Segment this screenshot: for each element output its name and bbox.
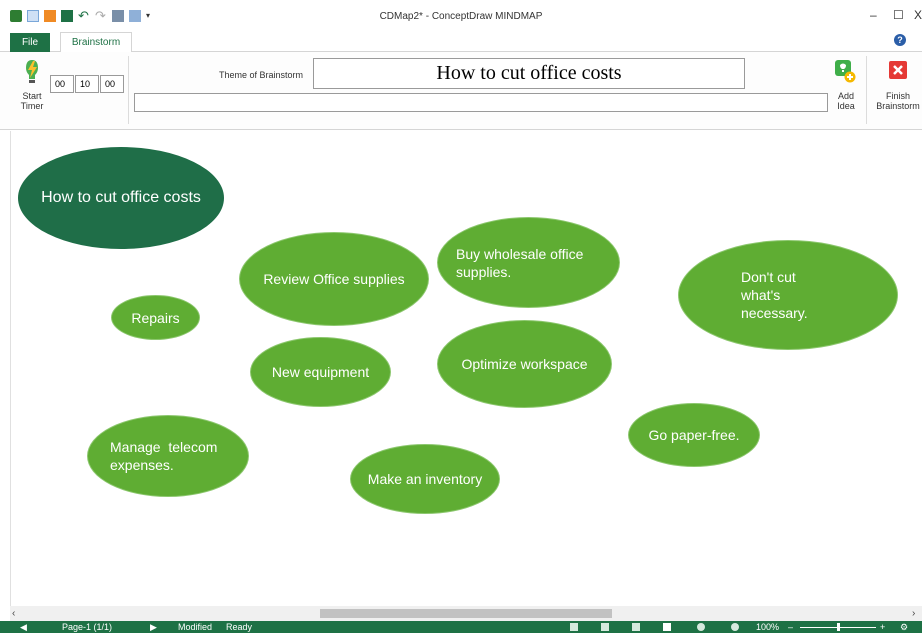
idea-node-repairs[interactable]: Repairs xyxy=(111,295,200,340)
theme-label: Theme of Brainstorm xyxy=(219,70,304,80)
start-timer-icon[interactable] xyxy=(22,58,42,84)
theme-input[interactable]: How to cut office costs xyxy=(313,58,745,89)
idea-node-paper-free[interactable]: Go paper-free. xyxy=(628,403,760,467)
previous-page-icon[interactable]: ◀ xyxy=(20,621,27,633)
node-label: Don't cut what's necessary. xyxy=(741,269,808,321)
help-icon[interactable]: ? xyxy=(894,34,906,46)
presentation-view-icon[interactable] xyxy=(663,623,671,631)
scroll-right-icon[interactable]: › xyxy=(912,606,915,621)
zoom-in-icon[interactable]: + xyxy=(880,621,885,633)
timer-minutes-field[interactable]: 10 xyxy=(75,75,99,93)
node-label: Go paper-free. xyxy=(648,427,740,443)
zoom-out-icon[interactable]: – xyxy=(788,621,793,633)
scrollbar-thumb[interactable] xyxy=(320,609,612,618)
settings-icon[interactable]: ⚙ xyxy=(900,621,908,633)
idea-node-dont-cut[interactable]: Don't cut what's necessary. xyxy=(678,240,898,350)
idea-node-telecom[interactable]: Manage telecom expenses. xyxy=(87,415,249,497)
node-label: Review Office supplies xyxy=(263,271,405,287)
timer-hours-field[interactable]: 00 xyxy=(50,75,74,93)
maximize-button[interactable]: ☐ xyxy=(893,8,904,22)
status-bar: ◀ Page-1 (1/1) ▶ Modified Ready 100% – +… xyxy=(0,621,922,633)
mindmap-view-icon[interactable] xyxy=(570,623,578,631)
window-title: CDMap2* - ConceptDraw MINDMAP xyxy=(379,11,543,22)
zoom-slider-thumb[interactable] xyxy=(837,623,840,631)
ribbon-tabs: File Brainstorm ? xyxy=(0,30,922,53)
brainstorm-view-icon[interactable] xyxy=(632,623,640,631)
play-icon[interactable] xyxy=(697,623,705,631)
node-label: Manage telecom expenses. xyxy=(110,439,222,473)
zoom-level: 100% xyxy=(756,622,780,632)
ribbon-separator xyxy=(866,56,867,124)
node-label: Buy wholesale office supplies. xyxy=(456,245,584,280)
start-timer-button[interactable]: Start Timer xyxy=(16,91,48,111)
mindmap-canvas[interactable]: How to cut office costs Review Office su… xyxy=(10,131,922,606)
fit-page-icon[interactable] xyxy=(731,623,739,631)
minimize-button[interactable]: – xyxy=(870,8,877,22)
finish-brainstorm-icon[interactable] xyxy=(889,61,907,79)
brainstorm-ribbon: Start Timer 00 10 00 Theme of Brainstorm… xyxy=(0,52,922,130)
idea-node-inventory[interactable]: Make an inventory xyxy=(350,444,500,514)
node-label: Make an inventory xyxy=(367,471,483,487)
add-idea-button[interactable]: Add Idea xyxy=(830,91,862,111)
scroll-left-icon[interactable]: ‹ xyxy=(12,606,15,621)
node-label: Repairs xyxy=(131,309,180,326)
title-bar: ↶ ↷ ▾ CDMap2* - ConceptDraw MINDMAP – ☐ … xyxy=(0,0,922,30)
outline-view-icon[interactable] xyxy=(601,623,609,631)
next-page-icon[interactable]: ▶ xyxy=(150,621,157,633)
root-idea-node[interactable]: How to cut office costs xyxy=(18,147,224,249)
close-button[interactable]: X xyxy=(914,8,922,22)
idea-node-review[interactable]: Review Office supplies xyxy=(239,232,429,326)
ready-status: Ready xyxy=(226,622,253,632)
finish-brainstorm-button[interactable]: Finish Brainstorm xyxy=(872,91,922,111)
idea-input[interactable] xyxy=(134,93,828,112)
horizontal-scrollbar[interactable]: ‹ › xyxy=(10,606,922,621)
idea-node-wholesale[interactable]: Buy wholesale office supplies. xyxy=(437,217,620,308)
node-label: Optimize workspace xyxy=(461,356,588,372)
page-indicator: Page-1 (1/1) xyxy=(62,622,113,632)
ribbon-separator xyxy=(128,56,129,124)
idea-node-optimize[interactable]: Optimize workspace xyxy=(437,320,612,408)
node-label: How to cut office costs xyxy=(41,189,201,206)
timer-seconds-field[interactable]: 00 xyxy=(100,75,124,93)
tab-brainstorm[interactable]: Brainstorm xyxy=(60,32,132,53)
idea-node-new-equipment[interactable]: New equipment xyxy=(250,337,391,407)
node-label: New equipment xyxy=(271,364,370,380)
add-idea-icon[interactable] xyxy=(834,59,856,83)
modified-status: Modified xyxy=(178,622,213,632)
tab-file[interactable]: File xyxy=(10,33,50,52)
